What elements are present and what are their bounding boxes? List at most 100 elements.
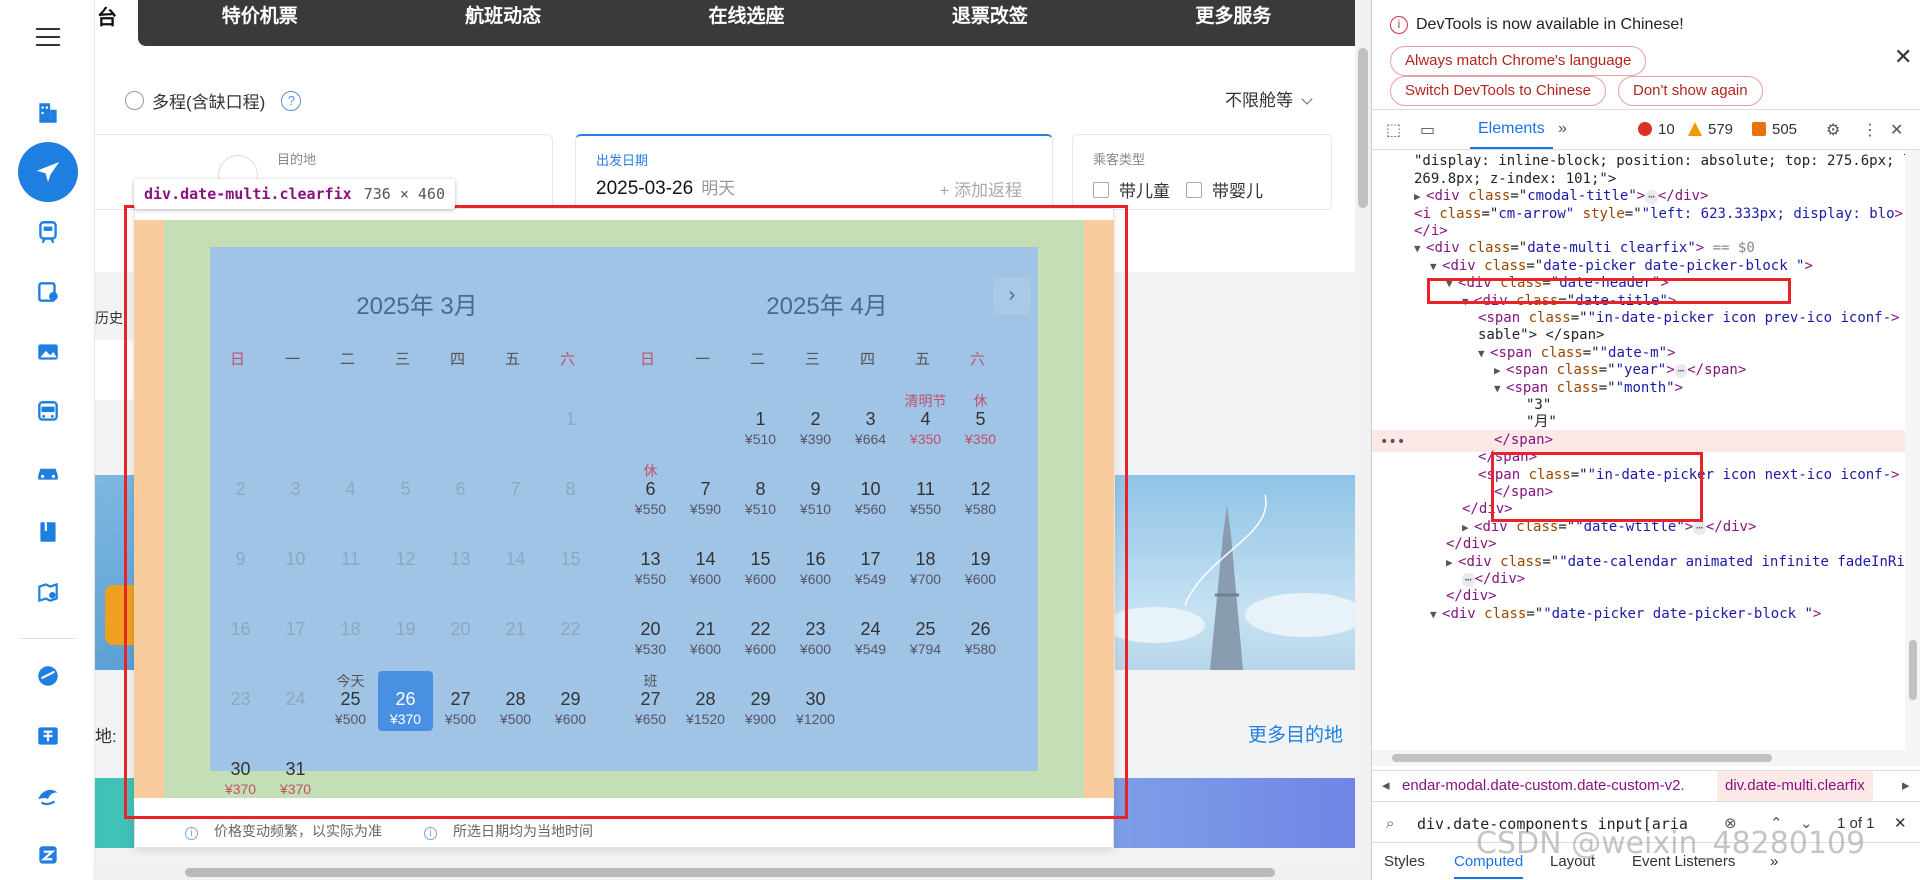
page-vertical-scrollbar[interactable]: [1355, 0, 1371, 865]
close-devtools-icon[interactable]: ✕: [1890, 120, 1903, 140]
dom-breadcrumb: ◂ endar-modal.date-custom.date-custom-v2…: [1372, 770, 1920, 802]
multi-trip-radio[interactable]: [125, 91, 144, 110]
nav-item-special-tickets[interactable]: 特价机票: [138, 0, 381, 46]
rail-divider: [20, 638, 76, 639]
cabin-class-select[interactable]: 不限舱等: [1225, 86, 1313, 111]
nav-item-more-services[interactable]: 更多服务: [1112, 0, 1355, 46]
help-icon[interactable]: ?: [281, 90, 302, 111]
side-nav-rail: [0, 0, 95, 880]
close-find-icon[interactable]: ✕: [1894, 806, 1907, 842]
node-text: </div>: [1446, 536, 1497, 553]
checkbox-box: [1186, 181, 1202, 198]
tag-name: div: [1450, 257, 1476, 274]
tag-name: span: [1486, 310, 1521, 326]
travel-icon[interactable]: [30, 334, 66, 370]
flight-icon[interactable]: [18, 142, 78, 202]
node-text: "月": [1526, 414, 1557, 431]
car-icon[interactable]: [30, 454, 66, 490]
attr-value: "in-date-picker icon prev-ico iconf-: [1587, 310, 1892, 326]
error-count-badge[interactable]: 10: [1638, 121, 1675, 138]
attr-name: class: [1439, 205, 1482, 222]
guangzhou-tower-banner[interactable]: [1115, 475, 1355, 670]
node-text: </i>: [1414, 223, 1448, 239]
collapsed-ellipsis-icon[interactable]: ⋯: [1674, 364, 1688, 379]
infant-checkbox[interactable]: 带婴儿: [1186, 177, 1263, 202]
collapsed-ellipsis-icon[interactable]: ⋯: [1462, 573, 1475, 587]
info-icon: i: [1390, 16, 1408, 34]
attr-value: "date-picker date-picker-block ": [1543, 605, 1813, 622]
warning-count-badge[interactable]: 579: [1688, 121, 1733, 138]
infant-label: 带婴儿: [1212, 182, 1263, 201]
more-destinations-link[interactable]: 更多目的地: [1248, 720, 1343, 747]
visa-icon[interactable]: [30, 574, 66, 610]
note-local-time-text: 所选日期均为当地时间: [453, 823, 593, 839]
info-icon: i: [424, 827, 437, 840]
note-price-text: 价格变动频繁，以实际为准: [214, 823, 382, 839]
scroll-thumb[interactable]: [1392, 754, 1772, 762]
issues-icon: [1752, 122, 1766, 136]
infobar-text: DevTools is now available in Chinese!: [1416, 16, 1684, 33]
attr-value: "year": [1615, 362, 1667, 379]
bus-icon[interactable]: [30, 394, 66, 430]
scroll-thumb[interactable]: [1358, 48, 1368, 208]
node-actions-icon[interactable]: •••: [1380, 432, 1405, 454]
tour-icon[interactable]: [30, 838, 66, 874]
breadcrumb-item[interactable]: endar-modal.date-custom.date-custom-v2.: [1402, 771, 1685, 801]
selected-node-marker: == $0: [1704, 240, 1755, 257]
child-checkbox[interactable]: 带儿童: [1093, 177, 1170, 202]
tab-styles[interactable]: Styles: [1384, 853, 1425, 870]
dom-tree-line[interactable]: <i class="cm-arrow" style=""left: 623.33…: [1372, 204, 1903, 226]
nav-bar: 特价机票 航班动态 在线选座 退票改签 更多服务: [138, 0, 1355, 46]
ticket-icon[interactable]: [30, 274, 66, 310]
issues-count-badge[interactable]: 505: [1752, 121, 1797, 138]
nav-item-flight-status[interactable]: 航班动态: [381, 0, 624, 46]
expand-arrow-icon[interactable]: ▼: [1430, 604, 1442, 626]
attr-name: class: [1556, 379, 1599, 396]
device-toolbar-icon[interactable]: ▭: [1420, 120, 1435, 140]
breadcrumb-item-current[interactable]: div.date-multi.clearfix: [1717, 771, 1873, 801]
node-text: </div>: [1474, 571, 1526, 587]
passenger-type-label: 乘客类型: [1093, 152, 1146, 167]
train-icon[interactable]: [30, 214, 66, 250]
inspect-element-icon[interactable]: ⬚: [1386, 120, 1401, 140]
tag-name: span: [1514, 379, 1549, 396]
multi-trip-option[interactable]: 多程(含缺口程) ?: [125, 88, 302, 113]
close-icon[interactable]: ✕: [1894, 44, 1912, 70]
departure-date-field[interactable]: 出发日期 2025-03-26 明天 + 添加返程: [575, 134, 1053, 210]
annotation-box-popup: [124, 205, 1128, 819]
globe-icon[interactable]: [30, 658, 66, 694]
breadcrumb-right-arrow-icon[interactable]: ▸: [1902, 771, 1910, 801]
tag-name: span: [1498, 344, 1533, 361]
kebab-menu-icon[interactable]: ⋮: [1862, 120, 1878, 140]
hotel-icon[interactable]: [30, 95, 66, 131]
dont-show-again-button[interactable]: Don't show again: [1618, 76, 1763, 106]
more-tabs-icon[interactable]: »: [1558, 120, 1567, 138]
dom-tree-line[interactable]: ▼ <div class=""date-picker date-picker-bl…: [1372, 604, 1821, 626]
attr-value: "month": [1615, 379, 1675, 396]
switch-to-chinese-button[interactable]: Switch DevTools to Chinese: [1390, 76, 1606, 106]
tab-elements[interactable]: Elements: [1470, 120, 1553, 149]
collapsed-ellipsis-icon[interactable]: ⋯: [1645, 190, 1658, 205]
page-horizontal-scrollbar[interactable]: [95, 865, 1371, 880]
node-text: "display: inline-block; position: absolu…: [1414, 153, 1912, 170]
gear-icon[interactable]: ⚙: [1826, 120, 1840, 140]
breadcrumb-left-arrow-icon[interactable]: ◂: [1382, 771, 1390, 801]
attr-value: cm-arrow": [1498, 205, 1575, 222]
add-return-button[interactable]: + 添加返程: [939, 176, 1022, 201]
attr-value: "left: 623.333px; display: blo: [1641, 205, 1895, 222]
collapsed-ellipsis-icon[interactable]: ⋯: [1693, 520, 1706, 535]
tooltip-size: 736 × 460: [363, 185, 445, 203]
always-match-language-button[interactable]: Always match Chrome's language: [1390, 46, 1647, 76]
guide-icon[interactable]: [30, 514, 66, 550]
node-text: 269.8px; z-index: 101;">: [1414, 170, 1617, 187]
menu-icon[interactable]: [36, 28, 60, 46]
tree-horizontal-scrollbar[interactable]: [1372, 750, 1920, 766]
business-icon[interactable]: [30, 718, 66, 754]
dolphin-icon[interactable]: [30, 778, 66, 814]
issues-count: 505: [1772, 121, 1798, 138]
nav-item-online-seat[interactable]: 在线选座: [625, 0, 868, 46]
scroll-thumb[interactable]: [1909, 640, 1917, 700]
tree-vertical-scrollbar[interactable]: [1905, 150, 1920, 750]
nav-item-refund-change[interactable]: 退票改签: [868, 0, 1111, 46]
scroll-thumb[interactable]: [185, 868, 1275, 877]
